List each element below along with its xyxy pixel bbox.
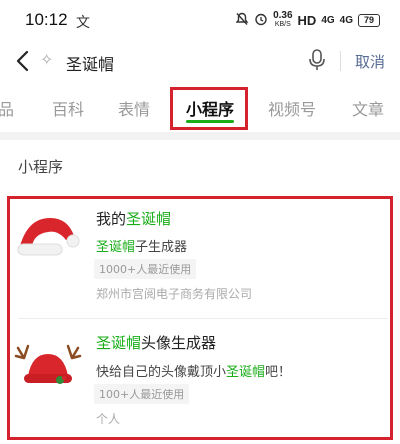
signal-icon-2: 4G [339,14,353,26]
tab-product[interactable]: 品 [0,96,14,120]
cancel-button[interactable]: 取消 [355,51,385,72]
hd-badge: HD [297,12,317,28]
mute-bell-icon [235,12,249,29]
status-time: 10:12 [25,10,68,29]
net-speed-value: 0.36 [273,10,293,21]
network-speed: 0.36 KB/S [273,11,292,29]
annotation-box-results [7,196,393,440]
status-indicators: 0.36 KB/S HD 4G 4G 79 [235,11,380,29]
annotation-box-tab [170,87,248,130]
sparkle-icon: ✧ [40,50,54,69]
search-bar: ✧ 圣诞帽 取消 [0,40,400,84]
tab-stickers[interactable]: 表情 [118,96,150,120]
net-speed-unit: KB/S [274,21,291,28]
tab-articles[interactable]: 文章 [352,96,384,120]
section-title: 小程序 [18,158,64,176]
divider [340,51,341,71]
translate-icon: 文 [76,15,90,31]
status-bar: 10:12 文 0.36 KB/S HD 4G 4G 79 [0,0,400,40]
search-input[interactable]: 圣诞帽 [66,51,114,75]
microphone-icon[interactable] [308,48,326,72]
tab-encyclopedia[interactable]: 百科 [52,96,84,120]
signal-icon-1: 4G [321,14,335,26]
tab-channels[interactable]: 视频号 [268,96,316,120]
alarm-icon [254,12,268,29]
back-arrow-icon[interactable] [12,49,34,73]
battery-icon: 79 [358,13,380,27]
section-separator [0,132,400,140]
